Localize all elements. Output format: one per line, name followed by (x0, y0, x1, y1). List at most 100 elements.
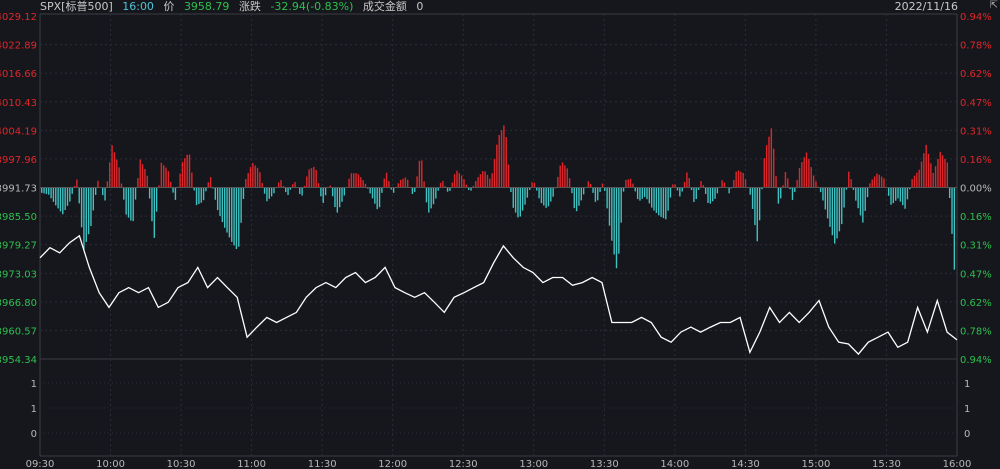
change-bar (695, 187, 697, 199)
change-bar (310, 168, 313, 188)
change-bar (315, 169, 317, 188)
change-bar (231, 187, 233, 242)
change-bar (364, 183, 367, 188)
change-bar (249, 167, 252, 188)
change-bar (414, 187, 416, 192)
change-bar (45, 187, 48, 195)
change-bar (151, 187, 153, 222)
change-bar (667, 187, 669, 211)
change-bar (407, 179, 409, 188)
change-bar (423, 181, 425, 188)
change-bar (430, 187, 432, 209)
change-bar (320, 187, 322, 197)
volume-tick-label: 1 (31, 404, 37, 415)
change-bar (951, 187, 953, 234)
change-bar (655, 187, 658, 213)
change-bar (773, 148, 775, 188)
change-bar (777, 187, 780, 204)
left-tick-label: 3960.57 (0, 326, 37, 337)
change-bar (475, 181, 477, 188)
change-bar (902, 187, 904, 206)
change-bar (184, 158, 186, 188)
right-tick-label: 0.47% (960, 98, 992, 109)
change-bar (482, 171, 484, 188)
change-bar (937, 159, 939, 188)
change-bar (294, 182, 296, 188)
change-bar (170, 181, 172, 188)
change-bar (812, 175, 815, 188)
change-bar (660, 187, 662, 217)
change-bar (899, 187, 902, 202)
change-bar (869, 183, 871, 188)
change-bar (787, 178, 789, 188)
change-bar (263, 187, 266, 194)
change-bar (606, 187, 608, 209)
change-bar (205, 187, 207, 192)
change-bar (111, 145, 113, 188)
change-bar (639, 187, 641, 201)
change-bar (425, 187, 428, 203)
change-bar (116, 159, 118, 188)
change-bar (141, 164, 144, 188)
left-tick-label: 3997.96 (0, 155, 37, 166)
change-bar (383, 178, 385, 188)
change-bar (202, 187, 205, 201)
change-bar (392, 187, 395, 193)
change-bar (829, 187, 831, 227)
change-bar (97, 180, 99, 188)
time-tick-label: 09:30 (26, 459, 55, 469)
change-bar (200, 187, 202, 203)
change-bar (446, 187, 449, 192)
change-bar (252, 163, 254, 188)
change-bar (104, 187, 106, 201)
change-bar (120, 183, 123, 188)
right-tick-label: 0.78% (960, 326, 992, 337)
change-bar (920, 161, 923, 188)
change-bar (416, 176, 418, 188)
left-tick-label: 4029.12 (0, 12, 37, 23)
change-bar (233, 187, 235, 246)
change-bar (338, 187, 341, 208)
change-bar (815, 181, 817, 188)
change-bar (165, 167, 167, 188)
change-bar (953, 187, 956, 270)
change-bar (83, 187, 85, 250)
left-tick-label: 3966.80 (0, 298, 37, 309)
change-bar (871, 179, 873, 188)
change-bar (728, 187, 730, 194)
change-bar (59, 187, 62, 212)
change-bar (651, 187, 653, 208)
change-bar (838, 187, 841, 232)
change-bar (794, 187, 796, 192)
change-bar (268, 187, 270, 199)
change-bar (524, 187, 526, 205)
change-bar (221, 187, 224, 223)
change-bar (582, 187, 585, 195)
change-bar (890, 187, 892, 205)
change-bar (615, 187, 618, 269)
change-bar (824, 187, 827, 210)
change-bar (397, 183, 400, 188)
change-bar (224, 187, 226, 228)
time-tick-label: 11:30 (308, 459, 337, 469)
change-bar (857, 187, 859, 209)
change-bar (306, 176, 308, 188)
change-bar (716, 187, 719, 194)
change-bar (700, 181, 702, 188)
change-bar (360, 177, 362, 188)
change-bar (64, 187, 66, 211)
change-bar (627, 179, 629, 188)
change-bar (179, 173, 181, 188)
change-bar (590, 183, 592, 188)
change-bar (287, 187, 289, 195)
change-bar (404, 177, 407, 188)
change-bar (876, 173, 878, 188)
change-bar (198, 187, 200, 204)
change-bar (191, 172, 193, 188)
change-bar (498, 135, 500, 188)
change-bar (575, 187, 578, 212)
change-bar (148, 187, 151, 199)
change-bar (669, 187, 672, 198)
left-tick-label: 3973.03 (0, 269, 37, 280)
change-bar (50, 187, 52, 199)
